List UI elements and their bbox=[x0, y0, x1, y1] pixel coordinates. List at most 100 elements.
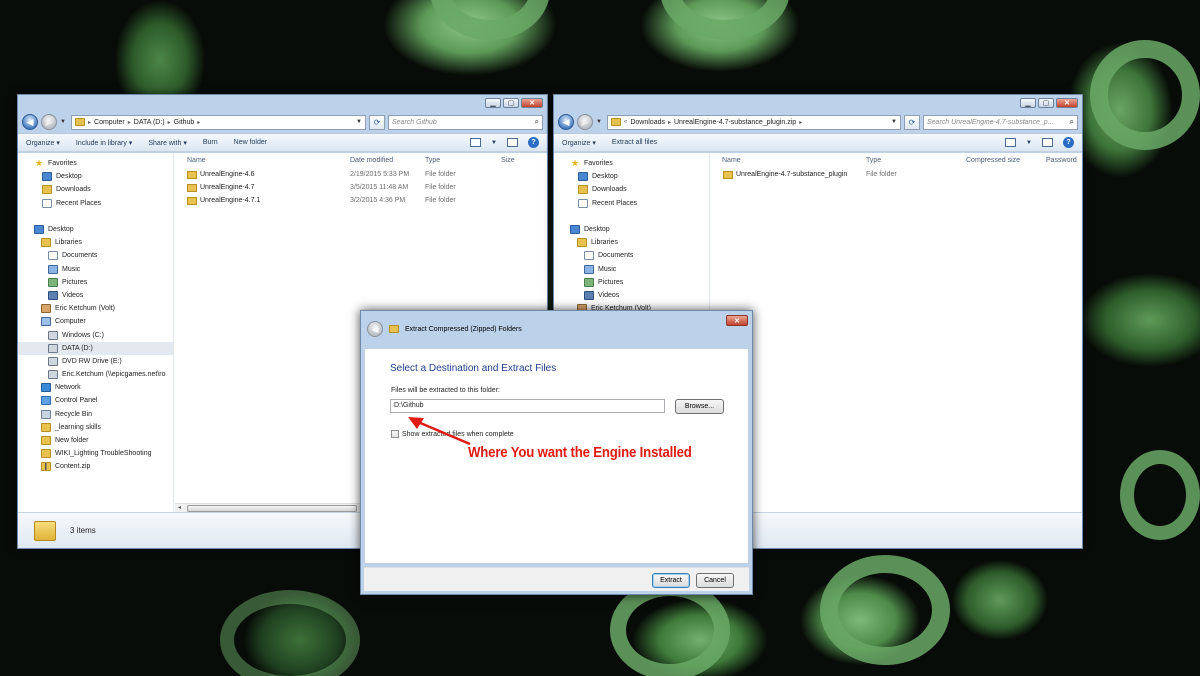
nav-item-recycle-bin[interactable]: Recycle Bin bbox=[18, 408, 173, 421]
nav-item-downloads[interactable]: Downloads bbox=[554, 183, 709, 196]
nav-item-recent-places[interactable]: Recent Places bbox=[554, 197, 709, 210]
breadcrumb-chevron-icon[interactable]: ▸ bbox=[197, 119, 200, 126]
breadcrumb-item[interactable]: Computer bbox=[94, 119, 125, 126]
column-header-name[interactable]: Name bbox=[722, 157, 741, 164]
organize-button[interactable]: Organize ▾ bbox=[26, 139, 60, 147]
back-arrow-icon[interactable]: ◀ bbox=[367, 321, 383, 337]
search-input[interactable]: Search Github ⌕ bbox=[388, 114, 543, 130]
preview-pane-icon[interactable] bbox=[1042, 138, 1053, 147]
nav-item-recent-places[interactable]: Recent Places bbox=[18, 197, 173, 210]
forward-arrow-icon[interactable]: ▶ bbox=[577, 114, 593, 130]
column-header-name[interactable]: Name bbox=[187, 157, 206, 164]
file-row[interactable]: UnrealEngine-4.7.1 3/2/2015 4:36 PM File f… bbox=[175, 195, 547, 208]
breadcrumb-chevron-icon[interactable]: ▸ bbox=[128, 119, 131, 126]
maximize-button[interactable]: ▢ bbox=[503, 98, 519, 108]
dialog-title-bar[interactable]: ◀ Extract Compressed (Zipped) Folders ✕ bbox=[361, 311, 752, 347]
search-input[interactable]: Search UnrealEngine-4.7-substance_p... ⌕ bbox=[923, 114, 1078, 130]
preview-pane-icon[interactable] bbox=[507, 138, 518, 147]
view-options-icon[interactable] bbox=[470, 138, 482, 147]
maximize-button[interactable]: ▢ bbox=[1038, 98, 1054, 108]
close-button[interactable]: ✕ bbox=[1056, 98, 1078, 108]
include-in-library-button[interactable]: Include in library ▾ bbox=[76, 139, 132, 147]
close-button[interactable]: ✕ bbox=[521, 98, 543, 108]
breadcrumb-item[interactable]: Downloads bbox=[630, 119, 665, 126]
nav-item-music[interactable]: Music bbox=[18, 263, 173, 276]
burn-button[interactable]: Burn bbox=[203, 139, 218, 146]
recent-pages-chevron-icon[interactable]: ▼ bbox=[596, 119, 604, 125]
nav-item-network[interactable]: Network bbox=[18, 381, 173, 394]
refresh-icon[interactable]: ⟳ bbox=[904, 114, 920, 130]
title-bar[interactable]: ▁ ▢ ✕ bbox=[554, 95, 1082, 111]
nav-item-downloads[interactable]: Downloads bbox=[18, 183, 173, 196]
nav-item-computer[interactable]: Computer bbox=[18, 315, 173, 328]
nav-item-favorites[interactable]: ★ Favorites bbox=[18, 157, 173, 170]
back-arrow-icon[interactable]: ◀ bbox=[558, 114, 574, 130]
address-bar[interactable]: ▸ Computer ▸ DATA (D:) ▸ Github ▸ ▼ bbox=[71, 114, 366, 130]
organize-button[interactable]: Organize ▾ bbox=[562, 139, 596, 147]
browse-button[interactable]: Browse... bbox=[675, 399, 724, 414]
nav-item-music[interactable]: Music bbox=[554, 263, 709, 276]
column-header-date-modified[interactable]: Date modified bbox=[350, 157, 393, 164]
column-header-type[interactable]: Type bbox=[866, 157, 881, 164]
column-header-size[interactable]: Size bbox=[501, 157, 515, 164]
breadcrumb-item[interactable]: UnrealEngine-4.7-substance_plugin.zip bbox=[674, 119, 796, 126]
nav-item-windows-c[interactable]: Windows (C:) bbox=[18, 328, 173, 341]
nav-item-control-panel[interactable]: Control Panel bbox=[18, 394, 173, 407]
nav-item-dvd-rw-drive-e[interactable]: DVD RW Drive (E:) bbox=[18, 355, 173, 368]
nav-item-pictures[interactable]: Pictures bbox=[554, 276, 709, 289]
cancel-button[interactable]: Cancel bbox=[696, 573, 734, 588]
title-bar[interactable]: ▁ ▢ ✕ bbox=[18, 95, 547, 111]
breadcrumb-item[interactable]: DATA (D:) bbox=[134, 119, 165, 126]
column-header-password[interactable]: Password bbox=[1046, 157, 1077, 164]
search-icon[interactable]: ⌕ bbox=[535, 117, 539, 127]
close-button[interactable]: ✕ bbox=[726, 315, 748, 326]
recent-pages-chevron-icon[interactable]: ▼ bbox=[60, 119, 68, 125]
minimize-button[interactable]: ▁ bbox=[485, 98, 501, 108]
scroll-left-icon[interactable]: ◂ bbox=[178, 504, 181, 511]
nav-item-new-folder[interactable]: New folder bbox=[18, 434, 173, 447]
share-with-button[interactable]: Share with ▾ bbox=[148, 139, 187, 147]
nav-item-wiki-lighting-troubleshooting[interactable]: WIKI_Lighting TroubleShooting bbox=[18, 447, 173, 460]
nav-item-desktop[interactable]: Desktop bbox=[18, 170, 173, 183]
nav-item-desktop[interactable]: Desktop bbox=[554, 223, 709, 236]
nav-item-favorites[interactable]: ★ Favorites bbox=[554, 157, 709, 170]
new-folder-button[interactable]: New folder bbox=[234, 139, 267, 146]
column-header-type[interactable]: Type bbox=[425, 157, 440, 164]
extract-all-files-button[interactable]: Extract all files bbox=[612, 139, 657, 146]
column-header-compressed-size[interactable]: Compressed size bbox=[966, 157, 1020, 164]
nav-item-videos[interactable]: Videos bbox=[554, 289, 709, 302]
nav-item-videos[interactable]: Videos bbox=[18, 289, 173, 302]
breadcrumb-chevron-icon[interactable]: ▸ bbox=[668, 119, 671, 126]
nav-item-eric-ketchum-volt[interactable]: Eric Ketchum (Volt) bbox=[18, 302, 173, 315]
scrollbar-thumb[interactable] bbox=[187, 505, 357, 512]
nav-item-libraries[interactable]: Libraries bbox=[554, 236, 709, 249]
nav-item-data-d[interactable]: DATA (D:) bbox=[18, 341, 173, 355]
file-row[interactable]: UnrealEngine-4.7 3/5/2015 11:48 AM File fo… bbox=[175, 182, 547, 195]
breadcrumb-chevron-icon[interactable]: ▸ bbox=[168, 119, 171, 126]
search-icon[interactable]: ⌕ bbox=[1070, 117, 1074, 127]
nav-item-learning-skills[interactable]: _learning skills bbox=[18, 421, 173, 434]
nav-item-desktop[interactable]: Desktop bbox=[554, 170, 709, 183]
back-arrow-icon[interactable]: ◀ bbox=[22, 114, 38, 130]
extract-button[interactable]: Extract bbox=[652, 573, 690, 588]
help-icon[interactable]: ? bbox=[1063, 137, 1074, 148]
nav-item-libraries[interactable]: Libraries bbox=[18, 236, 173, 249]
overflow-chevron-icon[interactable]: « bbox=[624, 119, 627, 125]
view-dropdown-icon[interactable]: ▼ bbox=[1026, 140, 1032, 146]
nav-item-eric-ketchum-epicgames-net-ro[interactable]: Eric.Ketchum (\\epicgames.net\ro bbox=[18, 368, 173, 381]
nav-item-documents[interactable]: Documents bbox=[18, 249, 173, 262]
nav-item-desktop[interactable]: Desktop bbox=[18, 223, 173, 236]
nav-item-content-zip[interactable]: Content.zip bbox=[18, 460, 173, 473]
address-dropdown-icon[interactable]: ▼ bbox=[891, 119, 897, 125]
file-row[interactable]: UnrealEngine-4.7-substance_plugin File fo… bbox=[711, 169, 1082, 182]
forward-arrow-icon[interactable]: ▶ bbox=[41, 114, 57, 130]
breadcrumb-item[interactable]: Github bbox=[174, 119, 195, 126]
address-dropdown-icon[interactable]: ▼ bbox=[356, 119, 362, 125]
address-bar[interactable]: « Downloads ▸ UnrealEngine-4.7-substance… bbox=[607, 114, 901, 130]
show-extracted-files-checkbox[interactable] bbox=[391, 430, 399, 438]
file-row[interactable]: UnrealEngine-4.6 2/19/2015 5:33 PM File fo… bbox=[175, 169, 547, 182]
destination-path-input[interactable]: D:\Github bbox=[390, 399, 665, 413]
breadcrumb-chevron-icon[interactable]: ▸ bbox=[799, 119, 802, 126]
view-options-icon[interactable] bbox=[1005, 138, 1017, 147]
help-icon[interactable]: ? bbox=[528, 137, 539, 148]
